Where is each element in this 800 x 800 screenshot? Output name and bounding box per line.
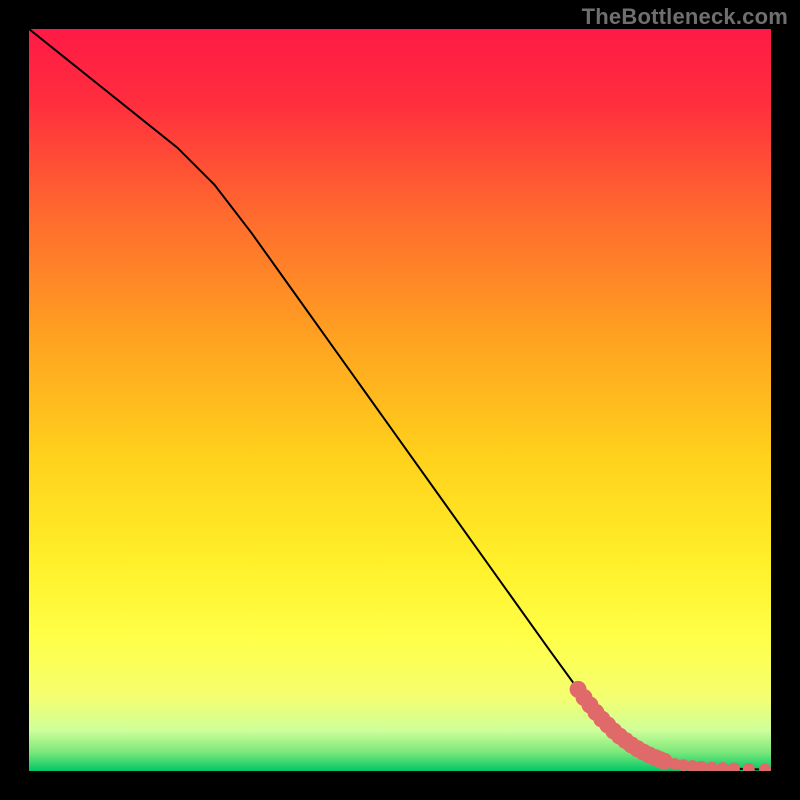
plot-area (29, 29, 771, 771)
watermark-text: TheBottleneck.com (582, 4, 788, 30)
chart-frame: TheBottleneck.com (0, 0, 800, 800)
bottleneck-chart (29, 29, 771, 771)
gradient-background (29, 29, 771, 771)
